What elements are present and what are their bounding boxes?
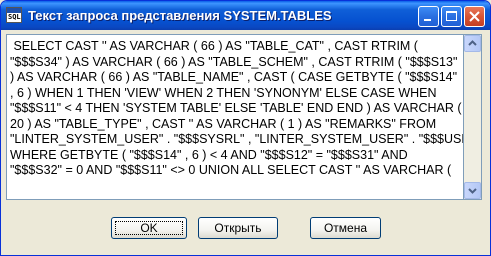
maximize-icon xyxy=(446,11,457,21)
open-button-label: Открыть xyxy=(214,221,262,235)
app-icon[interactable]: SQL xyxy=(6,7,22,23)
title-bar[interactable]: SQL Текст запроса представления SYSTEM.T… xyxy=(1,1,490,30)
close-icon xyxy=(469,11,480,22)
sql-line: 20 ) AS "TABLE_TYPE" , CAST '' AS VARCHA… xyxy=(10,116,437,131)
open-button[interactable]: Открыть xyxy=(198,217,278,239)
sql-line: "$$$S11" < 4 THEN 'SYSTEM TABLE' ELSE 'T… xyxy=(10,101,462,115)
sql-line: , 6 ) WHEN 1 THEN 'VIEW' WHEN 2 THEN 'SY… xyxy=(10,85,437,100)
ok-button[interactable]: OK xyxy=(111,217,187,239)
arrow-down-icon xyxy=(468,188,477,194)
close-button[interactable] xyxy=(464,6,485,27)
scroll-up-button[interactable] xyxy=(464,35,481,52)
dialog-window: SQL Текст запроса представления SYSTEM.T… xyxy=(0,0,491,256)
cancel-button-label: Отмена xyxy=(323,221,368,235)
window-title: Текст запроса представления SYSTEM.TABLE… xyxy=(28,8,332,23)
ok-button-label: OK xyxy=(140,221,158,235)
cancel-button[interactable]: Отмена xyxy=(310,217,381,239)
vertical-scrollbar[interactable] xyxy=(464,34,482,200)
sql-line: SELECT CAST '' AS VARCHAR ( 66 ) AS "TAB… xyxy=(10,39,418,53)
minimize-button[interactable] xyxy=(418,6,439,27)
maximize-button[interactable] xyxy=(441,6,462,27)
query-text-area[interactable]: SELECT CAST '' AS VARCHAR ( 66 ) AS "TAB… xyxy=(6,34,464,200)
sql-line: "LINTER_SYSTEM_USER" . "$$$SYSRL" , "LIN… xyxy=(10,132,464,146)
arrow-up-icon xyxy=(468,40,477,46)
app-icon-text: SQL xyxy=(8,13,21,21)
sql-line: ) AS VARCHAR ( 66 ) AS "TABLE_NAME" , CA… xyxy=(10,70,458,84)
sql-line: "$$$S34" ) AS VARCHAR ( 66 ) AS "TABLE_S… xyxy=(10,54,458,69)
sql-line: "$$$S32" = 0 AND "$$$S11" <> 0 UNION ALL… xyxy=(10,163,452,177)
minimize-icon xyxy=(424,19,431,21)
scroll-down-button[interactable] xyxy=(464,182,481,199)
sql-line: WHERE GETBYTE ( "$$$S14" , 6 ) < 4 AND "… xyxy=(10,147,408,162)
